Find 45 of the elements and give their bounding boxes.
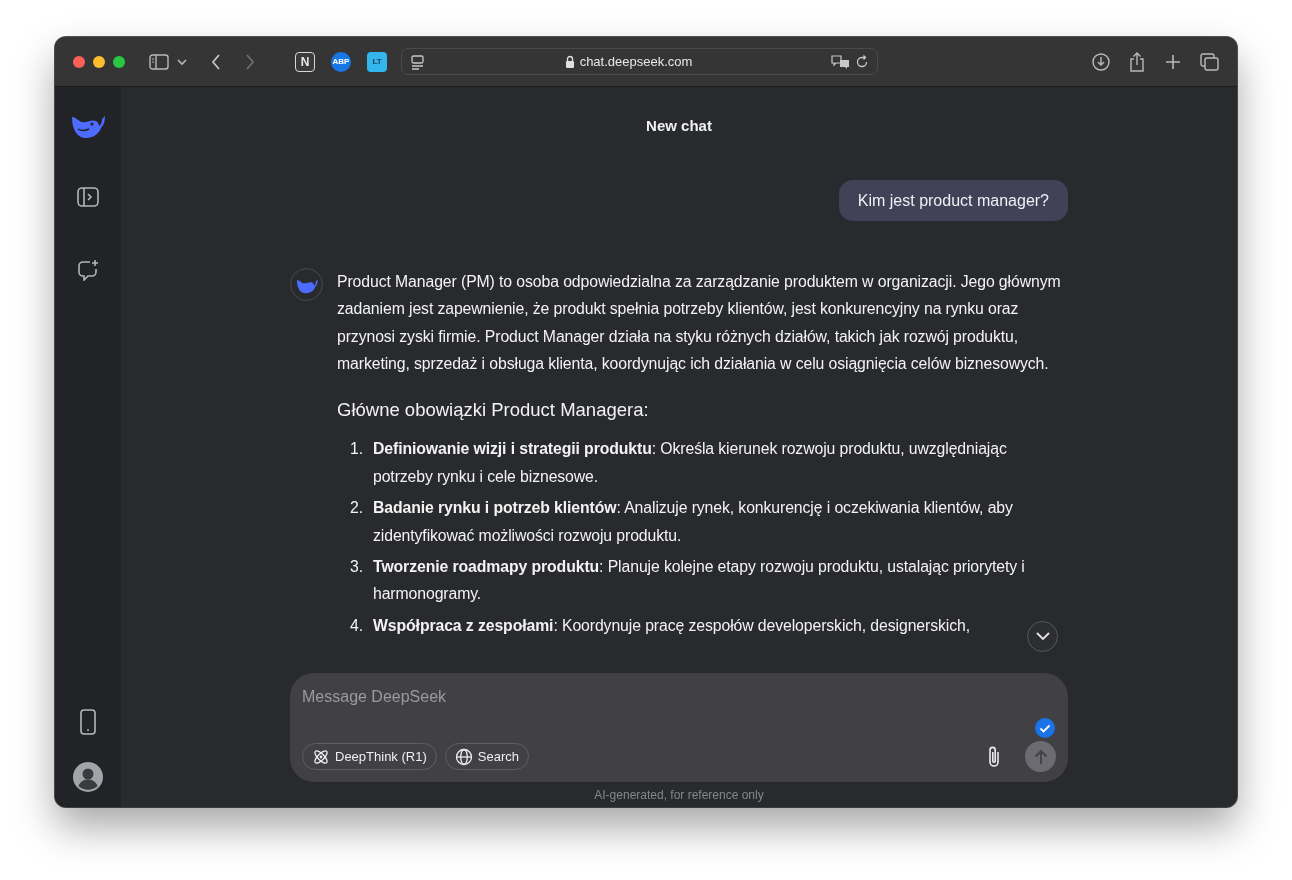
list-item-text: Współpraca z zespołami: Koordynuje pracę zespołów developerskich, designerskich, <box>373 615 970 636</box>
scroll-down-button[interactable] <box>1027 621 1058 652</box>
address-text: chat.deepseek.com <box>579 52 693 71</box>
new-chat-icon[interactable] <box>77 259 99 281</box>
extension-button[interactable]: LT <box>367 51 387 72</box>
chevron-down-icon[interactable] <box>177 57 187 66</box>
forward-icon[interactable] <box>245 53 255 70</box>
list-number: 2. <box>349 498 363 519</box>
globe-icon <box>454 747 473 766</box>
atom-icon <box>312 747 330 766</box>
mobile-app-icon[interactable] <box>80 709 96 735</box>
disclaimer-text: AI-generated, for reference only <box>594 786 764 804</box>
back-icon[interactable] <box>211 53 221 70</box>
chat-title: New chat <box>646 115 712 136</box>
reload-icon[interactable] <box>855 54 869 69</box>
user-avatar[interactable] <box>73 762 103 792</box>
list-item-text: Tworzenie roadmapy produktu: Planuje kolejne etapy rozwoju produktu, ustalając priorytety i harmonogramy. <box>373 557 1026 605</box>
new-tab-icon[interactable] <box>1164 52 1182 71</box>
address-bar[interactable]: chat.deepseek.com <box>401 48 878 75</box>
answer-heading: Główne obowiązki Product Managera: <box>337 397 650 422</box>
message-input[interactable]: Message DeepSeek <box>302 685 1056 709</box>
answer-paragraph: Product Manager (PM) to osoba odpowiedzialna za zarządzanie produktem w organizacji. Jego głównym zadaniem jest zapewnienie, że produkt spełnia potrzeby klientów, jest konkurencyjny na rynku oraz przynosi zyski firmie. Product Manager działa na styku różnych działów, takich jak rozwój produktu, marketing, sprzedaż i obsługa klienta, koordynując ich działania w celu osiągnięcia celów biznesowych. <box>337 272 1062 375</box>
lock-icon <box>564 55 575 68</box>
translate-icon[interactable] <box>831 53 851 70</box>
arrow-up-icon <box>1033 748 1048 765</box>
check-badge-icon[interactable] <box>1034 717 1056 739</box>
sidebar-toggle-icon[interactable] <box>149 53 169 70</box>
panel-toggle-icon[interactable] <box>77 187 99 207</box>
reader-icon[interactable] <box>410 53 426 70</box>
list-item-text: Badanie rynku i potrzeb klientów: Analizuje rynek, konkurencję i oczekiwania klientów, aby zidentyfikować możliwości rozwoju produktu. <box>373 498 1014 546</box>
list-number: 1. <box>349 439 363 460</box>
user-message: Kim jest product manager? <box>838 180 1068 221</box>
list-item-text: Definiowanie wizji i strategii produktu: Określa kierunek rozwoju produktu, uwzględniając potrzeby rynku i cele biznesowe. <box>373 439 1008 487</box>
list-number: 3. <box>349 557 363 577</box>
download-icon[interactable] <box>1092 52 1110 71</box>
list-number: 4. <box>349 615 363 636</box>
tab-overview-icon[interactable] <box>1200 52 1220 71</box>
attach-icon[interactable] <box>987 744 1001 769</box>
share-icon[interactable] <box>1128 51 1146 72</box>
minimize-window-button[interactable] <box>93 55 105 68</box>
close-window-button[interactable] <box>73 55 85 68</box>
extension-button[interactable]: ABP <box>331 51 351 72</box>
extension-button[interactable]: N <box>295 51 315 72</box>
maximize-window-button[interactable] <box>113 55 125 68</box>
chevron-down-icon <box>1035 632 1050 641</box>
